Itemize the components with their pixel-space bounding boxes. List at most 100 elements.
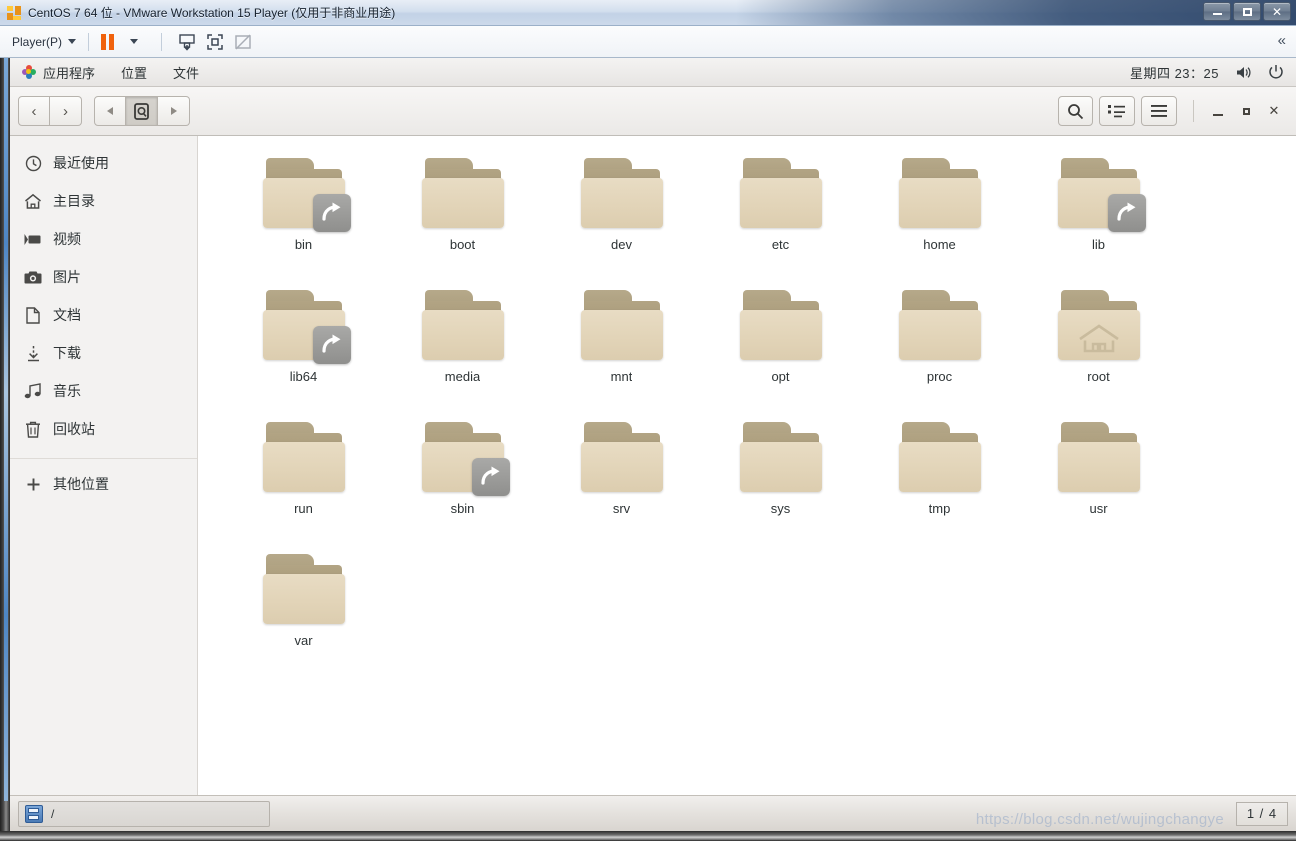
sidebar-item-music[interactable]: 音乐 [10,372,197,410]
volume-icon[interactable] [1235,65,1252,80]
vmware-logo-icon [6,5,22,21]
pathbar-scroll-right-button[interactable] [158,96,190,126]
search-button[interactable] [1058,96,1093,126]
send-ctrl-alt-del-icon[interactable] [174,30,200,54]
folder-icon [739,290,822,362]
folder-icon [262,422,345,494]
sidebar-item-downloads[interactable]: 下载 [10,334,197,372]
nautilus-close-button[interactable]: ✕ [1260,97,1288,125]
file-label: lib64 [289,369,318,384]
places-menu[interactable]: 位置 [121,63,147,82]
folder-icon [898,158,981,230]
headerbar-right-controls: ✕ [1052,96,1288,126]
collapse-toolbar-icon[interactable]: « [1278,33,1286,48]
unity-mode-disabled-icon[interactable] [230,30,256,54]
sidebar-item-label: 文档 [53,307,81,323]
pathbar-scroll-right-icon [170,107,177,115]
sidebar-item-home[interactable]: 主目录 [10,182,197,220]
file-item[interactable]: tmp [860,416,1019,548]
nautilus-body: 最近使用 主目录 视频 图片 文档 下载 音乐 回收站 其他位置 bin boo… [10,136,1296,795]
music-note-icon [24,383,42,399]
main-menu-button[interactable] [1141,96,1177,126]
clock[interactable]: 星期四 23：25 [1130,63,1219,82]
nautilus-minimize-button[interactable] [1204,97,1232,125]
vmware-close-button[interactable]: ✕ [1263,2,1291,21]
symlink-emblem-icon [312,326,351,364]
nautilus-file-manager-window: ‹ › ✕ 最近使用 主目录 视频 图片 文档 下载 音乐 回收站 其他位置 b… [10,87,1296,795]
enter-fullscreen-icon[interactable] [202,30,228,54]
file-item[interactable]: home [860,152,1019,284]
file-item[interactable]: bin [224,152,383,284]
player-menu-button[interactable]: Player(P) [12,35,77,49]
nautilus-maximize-button[interactable] [1232,97,1260,125]
sidebar-item-documents[interactable]: 文档 [10,296,197,334]
file-item[interactable]: usr [1019,416,1178,548]
file-item[interactable]: boot [383,152,542,284]
sidebar-item-other-locations[interactable]: 其他位置 [10,465,197,503]
file-label: sbin [450,501,475,516]
chevron-down-icon [68,39,77,44]
file-label: opt [771,369,790,384]
taskbar-window-item[interactable]: / [18,800,270,827]
file-item[interactable]: sbin [383,416,542,548]
workspace-switcher[interactable]: 1 / 4 [1236,801,1288,826]
sidebar-item-recent[interactable]: 最近使用 [10,144,197,182]
navigation-buttons: ‹ › [18,96,82,126]
pathbar-root-button[interactable] [126,96,158,126]
back-chevron-icon: ‹ [31,102,37,120]
folder-icon [898,422,981,494]
files-menu-label: 文件 [173,65,200,81]
folder-icon [739,158,822,230]
file-item[interactable]: etc [701,152,860,284]
symlink-emblem-icon [471,458,510,496]
folder-icon [262,158,351,232]
gnome-apps-icon [22,65,36,79]
file-item[interactable]: run [224,416,383,548]
file-item[interactable]: sys [701,416,860,548]
panel-status-area: 星期四 23：25 [1130,63,1284,82]
folder-icon [739,422,822,494]
guest-screen-area: 应用程序 位置 文件 星期四 23：25 ‹ › ✕ 最近使用 主目录 视频 图… [0,58,1296,831]
file-item[interactable]: srv [542,416,701,548]
file-item[interactable]: root [1019,284,1178,416]
pause-dropdown-button[interactable] [121,30,147,54]
back-button[interactable]: ‹ [18,96,50,126]
sidebar-item-videos[interactable]: 视频 [10,220,197,258]
taskbar-right-area: https://blog.csdn.net/wujingchangye 1 / … [976,801,1288,828]
folder-icon [262,290,351,364]
power-icon[interactable] [1268,64,1284,80]
sidebar-item-label: 其他位置 [53,476,109,492]
file-item[interactable]: lib64 [224,284,383,416]
vmware-minimize-button[interactable] [1203,2,1231,21]
file-item[interactable]: proc [860,284,1019,416]
minimize-icon [1213,113,1223,116]
pathbar-scroll-left-button[interactable] [94,96,126,126]
plus-icon [24,477,42,492]
breadcrumb [94,96,190,126]
pause-icon[interactable] [101,33,115,50]
document-icon [24,306,42,324]
hamburger-menu-icon [1150,104,1168,118]
centos-desktop: 应用程序 位置 文件 星期四 23：25 ‹ › ✕ 最近使用 主目录 视频 图… [10,58,1296,831]
vmware-titlebar: CentOS 7 64 位 - VMware Workstation 15 Pl… [0,0,1296,26]
vmware-player-window: CentOS 7 64 位 - VMware Workstation 15 Pl… [0,0,1296,841]
file-item[interactable]: var [224,548,383,680]
vmware-maximize-button[interactable] [1233,2,1261,21]
file-label: proc [926,369,953,384]
view-list-button[interactable] [1099,96,1135,126]
file-item[interactable]: opt [701,284,860,416]
file-grid-view[interactable]: bin boot dev etc home lib lib64 media mnt opt proc… [198,136,1296,795]
symlink-emblem-icon [1107,194,1146,232]
headerbar-separator [1193,100,1194,122]
file-item[interactable]: media [383,284,542,416]
forward-button[interactable]: › [50,96,82,126]
file-item[interactable]: mnt [542,284,701,416]
sidebar-item-pictures[interactable]: 图片 [10,258,197,296]
list-view-icon [1108,104,1126,118]
file-item[interactable]: lib [1019,152,1178,284]
sidebar-item-trash[interactable]: 回收站 [10,410,197,448]
file-item[interactable]: dev [542,152,701,284]
applications-menu[interactable]: 应用程序 [22,63,95,82]
file-manager-icon [25,804,43,823]
files-menu[interactable]: 文件 [173,63,199,82]
